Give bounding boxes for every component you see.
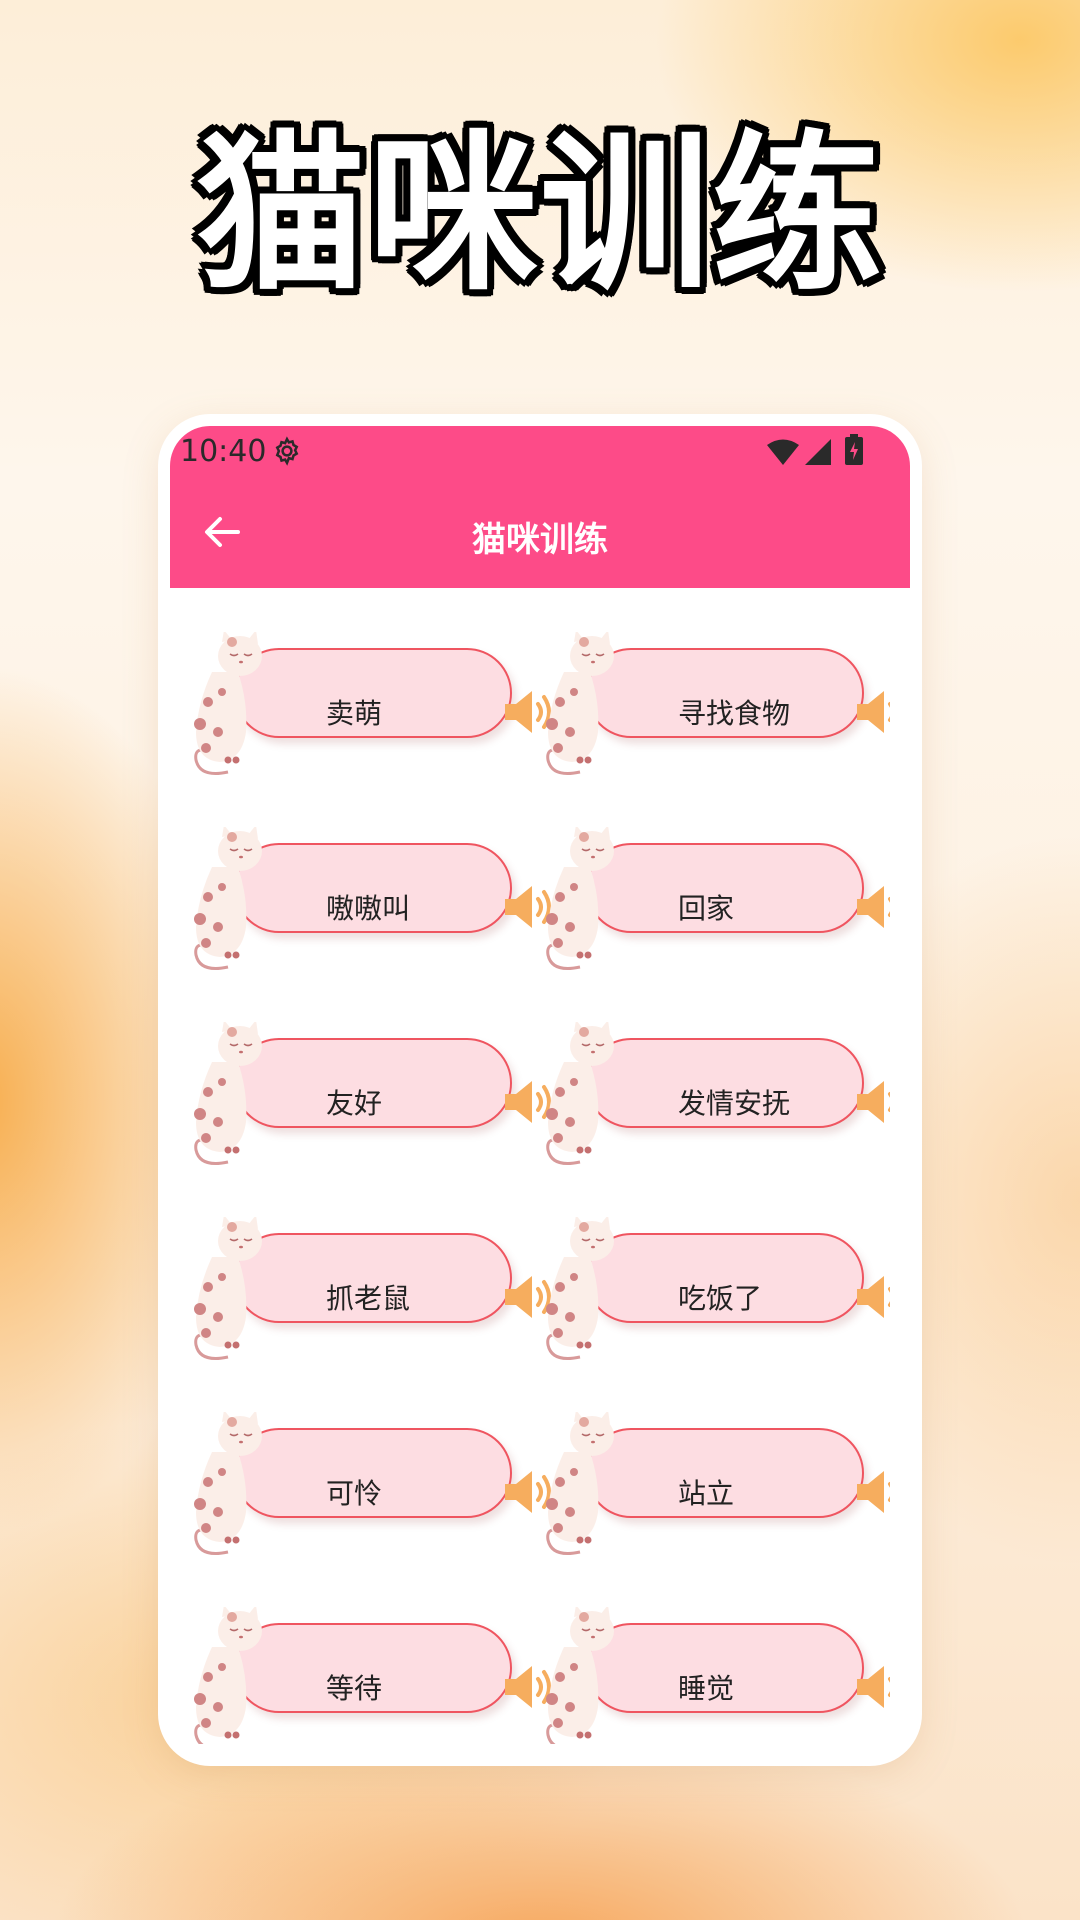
cat-illustration [546,1607,614,1744]
training-item-label: 吃饭了 [678,1282,763,1315]
speaker-icon[interactable] [854,1468,890,1516]
gear-icon [275,436,299,466]
cat-illustration [546,1412,614,1555]
training-item-11[interactable]: 睡觉 [542,1607,890,1744]
training-item-3[interactable]: 回家 [542,827,890,977]
cat-illustration [194,1607,262,1744]
cat-illustration [546,1217,614,1360]
training-item-label: 回家 [678,892,735,925]
speaker-icon[interactable] [854,1273,890,1321]
sound-button[interactable]: 可怜 [234,1428,551,1518]
speaker-icon[interactable] [854,1663,890,1711]
training-item-label: 嗷嗷叫 [326,892,411,925]
cat-illustration [194,632,262,775]
phone-frame: 10:40 猫咪训练 卖萌 寻找食物 嗷嗷叫 回家 友好 发情安抚 抓老鼠 吃饭… [164,420,916,1760]
speaker-icon[interactable] [854,688,890,736]
cat-illustration [194,1412,262,1555]
training-grid: 卖萌 寻找食物 嗷嗷叫 回家 友好 发情安抚 抓老鼠 吃饭了 可怜 站立 等待 … [190,632,890,1744]
status-time: 10:40 [180,434,267,469]
cat-illustration [546,1022,614,1165]
sound-button[interactable]: 等待 [234,1623,551,1713]
training-item-0[interactable]: 卖萌 [190,632,551,782]
training-item-7[interactable]: 吃饭了 [542,1217,890,1367]
promo-title: 猫咪训练 [195,116,884,314]
battery-icon [845,434,863,465]
sound-button[interactable]: 站立 [586,1428,890,1518]
speaker-icon[interactable] [854,883,890,931]
cat-illustration [194,1022,262,1165]
sound-button[interactable]: 吃饭了 [586,1233,890,1323]
wifi-icon [767,439,799,465]
training-item-label: 友好 [326,1087,383,1120]
training-item-label: 可怜 [326,1477,383,1510]
training-item-label: 寻找食物 [678,697,791,730]
training-item-2[interactable]: 嗷嗷叫 [190,827,551,977]
sound-button[interactable]: 发情安抚 [586,1038,890,1128]
sound-button[interactable]: 友好 [234,1038,551,1128]
signal-icon [805,439,831,465]
training-item-9[interactable]: 站立 [542,1412,890,1562]
training-item-label: 抓老鼠 [326,1282,411,1315]
training-item-1[interactable]: 寻找食物 [542,632,890,782]
training-item-label: 睡觉 [678,1672,735,1705]
training-item-8[interactable]: 可怜 [190,1412,551,1562]
app-bar: 10:40 猫咪训练 [170,426,910,588]
training-item-6[interactable]: 抓老鼠 [190,1217,551,1367]
training-item-label: 发情安抚 [678,1087,791,1120]
training-item-4[interactable]: 友好 [190,1022,551,1172]
cat-illustration [546,632,614,775]
training-item-label: 站立 [678,1477,735,1510]
speaker-icon[interactable] [854,1078,890,1126]
training-item-label: 等待 [326,1672,383,1705]
sound-button[interactable]: 抓老鼠 [234,1233,551,1323]
training-item-10[interactable]: 等待 [190,1607,551,1744]
sound-button[interactable]: 寻找食物 [586,648,890,738]
page-title: 猫咪训练 [472,520,608,560]
cat-illustration [546,827,614,970]
sound-button[interactable]: 嗷嗷叫 [234,843,551,933]
cat-illustration [194,1217,262,1360]
cat-illustration [194,827,262,970]
training-item-label: 卖萌 [326,697,383,730]
training-item-5[interactable]: 发情安抚 [542,1022,890,1172]
sound-button[interactable]: 卖萌 [234,648,551,738]
sound-button[interactable]: 睡觉 [586,1623,890,1713]
sound-button[interactable]: 回家 [586,843,890,933]
